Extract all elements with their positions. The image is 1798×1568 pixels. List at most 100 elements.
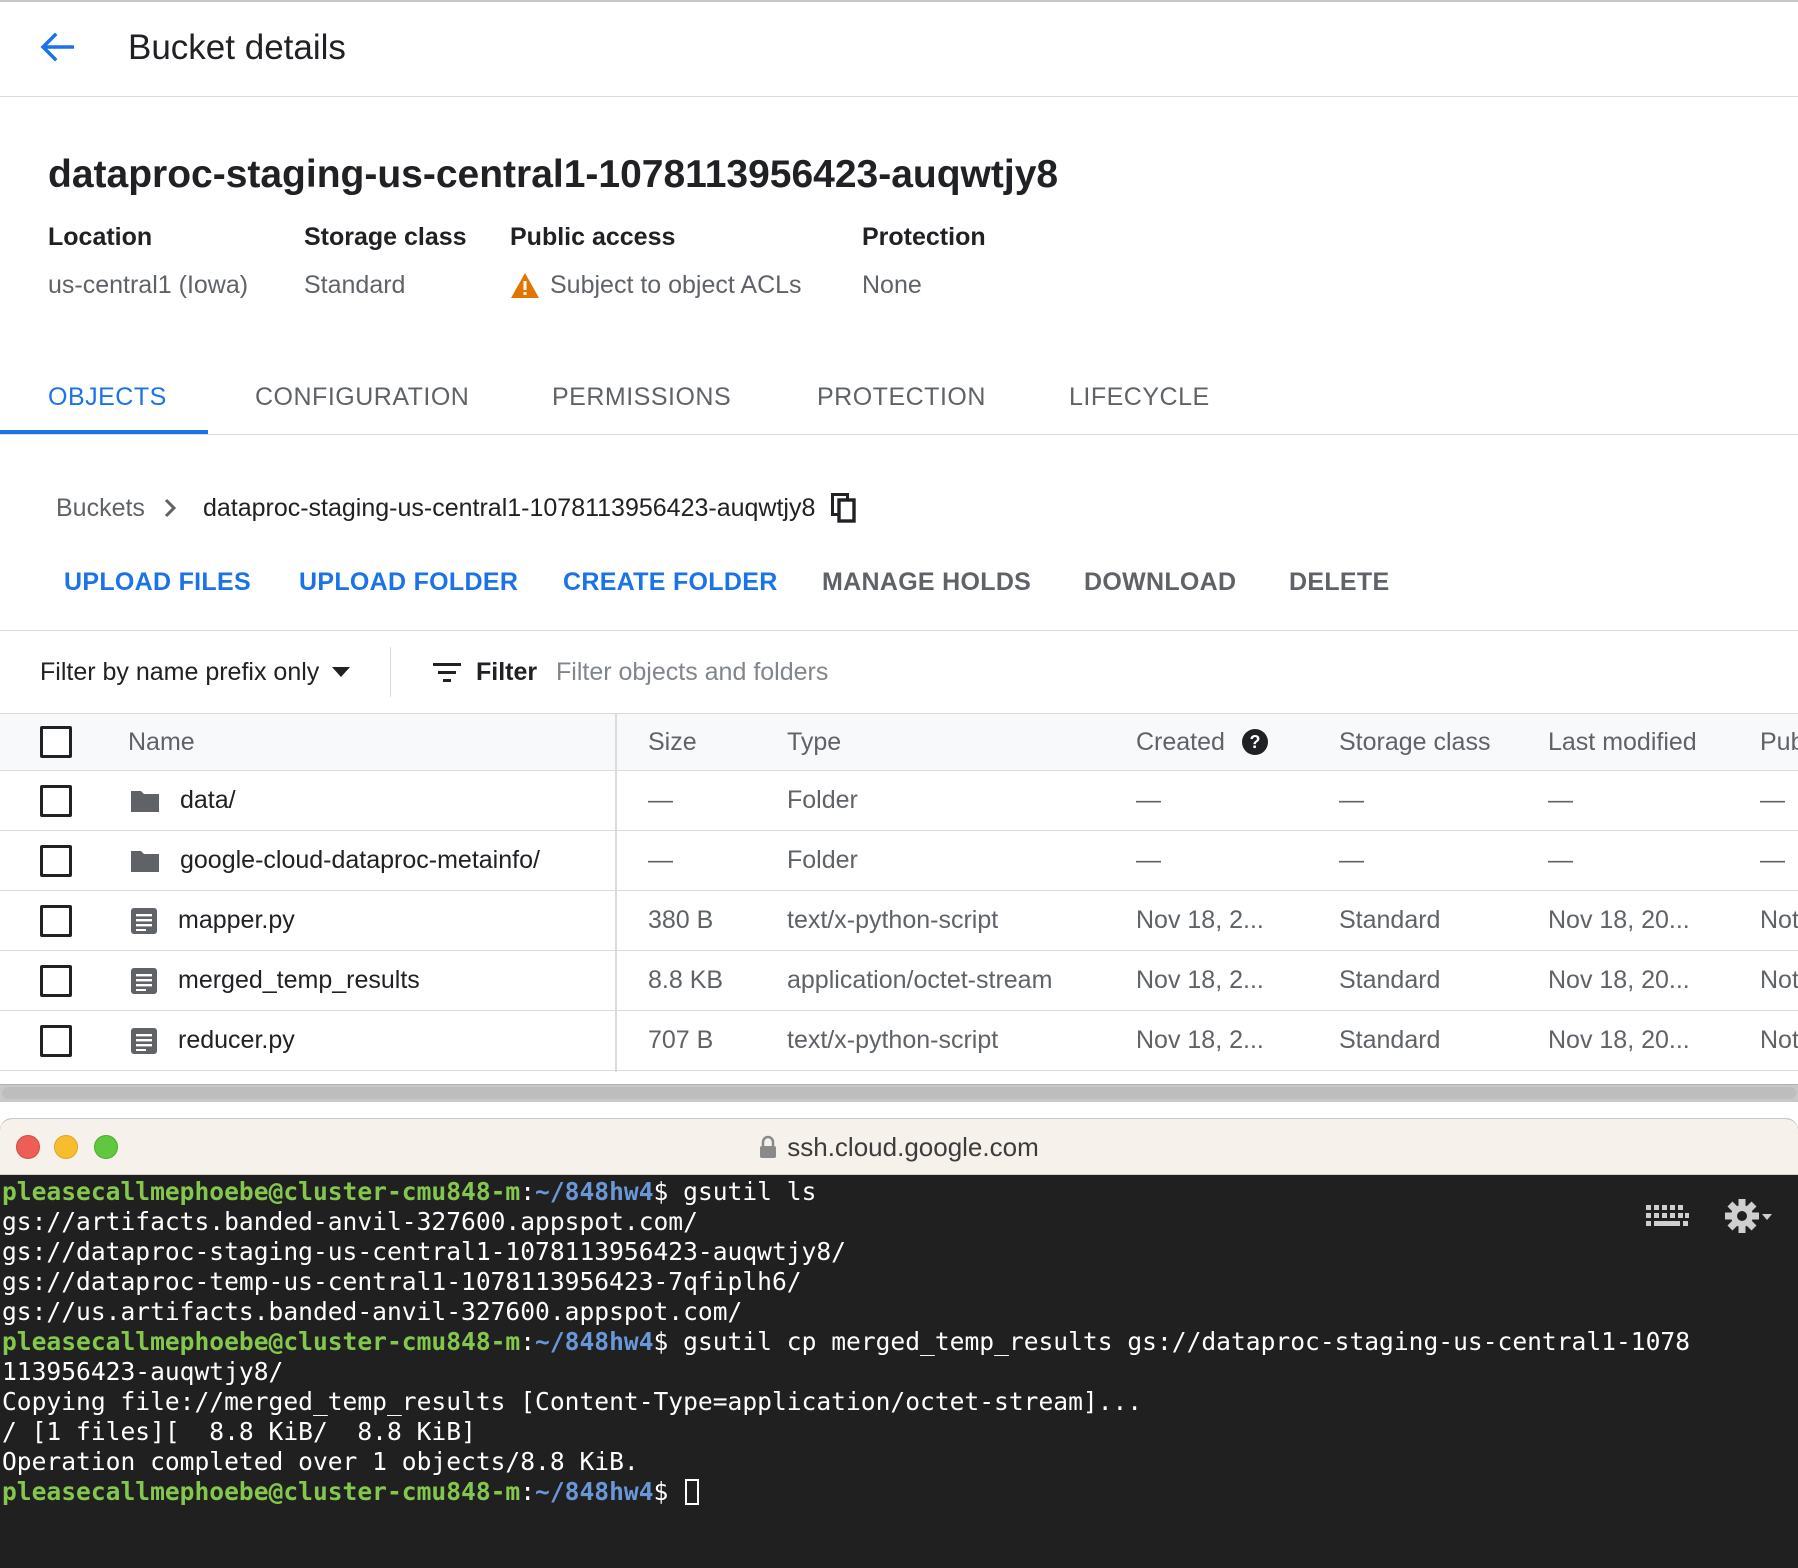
cell-size: 707 B [648,1026,714,1054]
name-column-divider [615,714,617,1072]
table-row[interactable]: google-cloud-dataproc-metainfo/ — Folder — —… [0,831,1798,891]
table-row[interactable]: merged_temp_results 8.8 KB application/oct… [0,951,1798,1011]
manage-holds-button[interactable]: MANAGE HOLDS [822,564,1031,600]
chevron-right-icon [163,497,177,519]
copy-icon[interactable] [831,493,857,523]
download-button[interactable]: DOWNLOAD [1084,564,1236,600]
breadcrumb-buckets-link[interactable]: Buckets [56,494,145,523]
create-folder-button[interactable]: CREATE FOLDER [563,564,778,600]
row-checkbox[interactable] [40,964,72,997]
row-checkbox[interactable] [40,784,72,817]
meta-value: Standard [304,271,406,299]
cell-last-modified: Nov 18, 20... [1548,906,1690,934]
cell-last-modified: Nov 18, 20... [1548,1026,1690,1054]
terminal-output-text: gs://dataproc-staging-us-central1-107811… [2,1237,846,1266]
prompt-user: pleasecallmephoebe@cluster-cmu848-m [2,1327,521,1356]
terminal-command: gsutil ls [683,1177,817,1206]
maximize-window-button[interactable] [94,1135,118,1159]
terminal-line: gs://us.artifacts.banded-anvil-327600.ap… [2,1297,1798,1327]
cell-storage-class: — [1339,786,1364,814]
prompt-colon: : [520,1327,536,1356]
column-header-storage-class[interactable]: Storage class [1339,714,1490,770]
cell-name[interactable]: merged_temp_results [130,951,420,1010]
terminal-output-text: 113956423-auqwtjy8/ [2,1357,284,1386]
page-header: Bucket details [0,2,1798,97]
table-row[interactable]: reducer.py 707 B text/x-python-script Nov 1… [0,1011,1798,1071]
keyboard-icon[interactable] [1644,1203,1690,1229]
row-checkbox[interactable] [40,1024,72,1057]
tab-permissions[interactable]: PERMISSIONS [552,382,731,412]
cell-type: text/x-python-script [787,906,999,934]
filter-button[interactable]: Filter [432,655,537,689]
table-row[interactable]: mapper.py 380 B text/x-python-script Nov 18… [0,891,1798,951]
cell-name[interactable]: data/ [130,771,236,830]
column-header-type[interactable]: Type [787,714,841,770]
active-tab-indicator [0,430,208,434]
tab-objects[interactable]: OBJECTS [48,382,167,412]
terminal-line: pleasecallmephoebe@cluster-cmu848-m:~/84… [2,1327,1798,1357]
cell-public-access: — [1760,786,1785,814]
cell-public-access: — [1760,846,1785,874]
column-header-name[interactable]: Name [128,714,195,770]
object-name: google-cloud-dataproc-metainfo/ [180,846,540,874]
dropdown-arrow-icon [332,667,351,677]
terminal-url-bar: ssh.cloud.google.com [0,1119,1798,1175]
meta-location: Location us-central1 (Iowa) [48,222,248,300]
terminal-output[interactable]: pleasecallmephoebe@cluster-cmu848-m: ~/84… [0,1177,1798,1568]
help-icon[interactable]: ? [1241,728,1269,756]
table-row[interactable]: data/ — Folder — — — — [0,771,1798,831]
terminal-output-text: Operation completed over 1 objects/8.8 K… [2,1447,639,1476]
meta-protection: Protection None [862,222,986,300]
filter-objects-input[interactable] [556,651,1756,693]
horizontal-scrollbar[interactable] [0,1084,1798,1102]
file-icon [130,907,158,935]
cell-storage-class: Standard [1339,1026,1441,1054]
terminal-output-text: / [1 files][ 8.8 KiB/ 8.8 KiB] [2,1417,476,1446]
column-header-public[interactable]: Pub [1760,714,1798,770]
cell-storage-class: Standard [1339,906,1441,934]
public-access-value: Subject to object ACLs [550,271,802,299]
page-title: Bucket details [128,28,346,67]
tab-protection[interactable]: PROTECTION [817,382,986,412]
object-name: mapper.py [178,906,295,934]
cell-type: text/x-python-script [787,1026,999,1054]
cloud-console-app: Bucket details dataproc-staging-us-centr… [0,0,1798,1130]
filter-bar: Filter by name prefix only Filter [0,630,1798,714]
cell-name[interactable]: mapper.py [130,891,295,950]
tab-lifecycle[interactable]: LIFECYCLE [1069,382,1210,412]
tab-bar: OBJECTS CONFIGURATION PERMISSIONS PROTEC… [0,372,1798,435]
terminal-command: gsutil cp merged_temp_results gs://datap… [683,1327,1690,1356]
tab-configuration[interactable]: CONFIGURATION [255,382,469,412]
cell-size: 380 B [648,906,714,934]
close-window-button[interactable] [16,1135,40,1159]
prompt-user: pleasecallmephoebe@cluster-cmu848-m [2,1177,521,1206]
row-checkbox[interactable] [40,904,72,937]
terminal-line: pleasecallmephoebe@cluster-cmu848-m:~/84… [2,1477,1798,1507]
column-header-size[interactable]: Size [648,714,697,770]
cell-size: — [648,846,673,874]
scrollbar-thumb[interactable] [2,1087,1796,1099]
filter-mode-dropdown[interactable]: Filter by name prefix only [40,655,351,689]
select-all-checkbox[interactable] [40,726,72,758]
cell-name[interactable]: reducer.py [130,1011,295,1070]
back-button[interactable] [32,22,82,72]
cell-last-modified: Nov 18, 20... [1548,966,1690,994]
upload-folder-button[interactable]: UPLOAD FOLDER [299,564,518,600]
row-checkbox[interactable] [40,844,72,877]
object-name: reducer.py [178,1026,295,1054]
settings-gear-icon[interactable] [1724,1197,1774,1235]
minimize-window-button[interactable] [54,1135,78,1159]
cell-name[interactable]: google-cloud-dataproc-metainfo/ [130,831,540,890]
delete-button[interactable]: DELETE [1289,564,1389,600]
cell-public-access: Not [1760,966,1798,994]
prompt-path: ~/848hw4 [535,1477,654,1506]
column-header-created[interactable]: Created ? [1136,714,1269,770]
column-header-last-modified[interactable]: Last modified [1548,714,1697,770]
file-icon [130,967,158,995]
terminal-line: 113956423-auqwtjy8/ [2,1357,1798,1387]
svg-text:?: ? [1249,732,1260,752]
terminal-output-text: gs://dataproc-temp-us-central1-107811395… [2,1267,802,1296]
upload-files-button[interactable]: UPLOAD FILES [64,564,251,600]
cell-last-modified: — [1548,786,1573,814]
prompt-dollar: $ [653,1177,684,1206]
